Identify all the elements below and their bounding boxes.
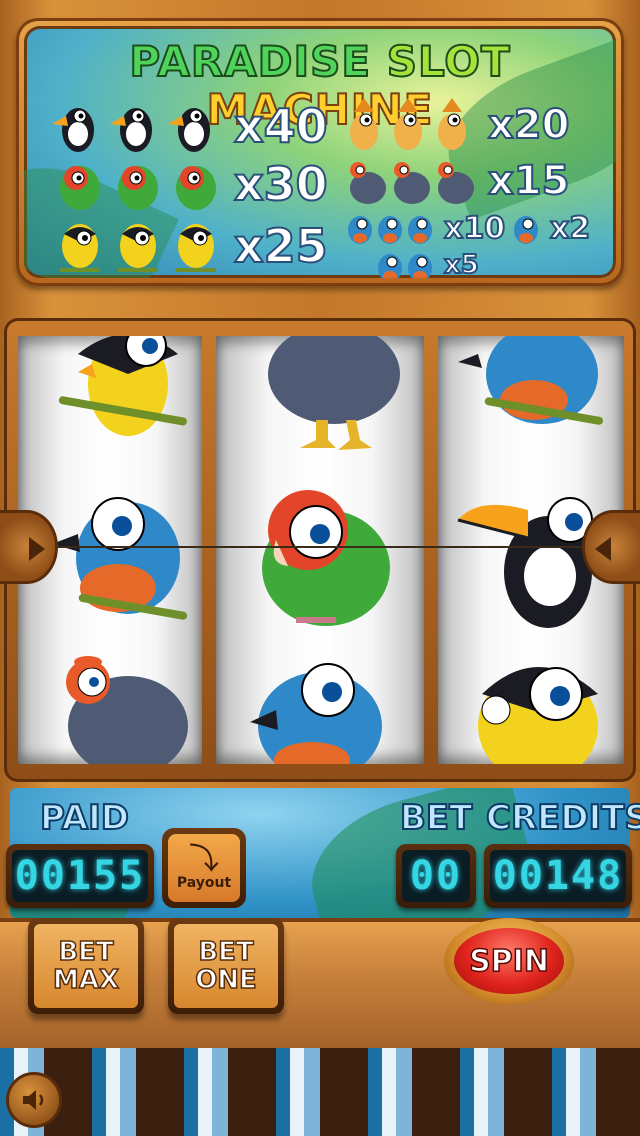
multiplier-x2: x2 [549,210,591,247]
paytable-row-blue-bird-single: x2 [512,208,591,248]
blue-bird-icon [348,216,432,244]
multiplier-x40: x40 [233,98,329,154]
bet-max-line2: MAX [52,965,120,995]
yellow-bird-icon [60,224,216,272]
paytable-row-lovebird: x30 [50,154,329,214]
multiplier-x30: x30 [233,156,329,212]
guinea-fowl-icon [350,162,474,204]
reel-symbol [18,636,202,764]
paytable-row-blue-bird: x10 [346,208,506,248]
payout-button-face[interactable]: ⤵ Payout [168,834,240,902]
lovebird-icon [262,490,390,626]
hoopoe-icon [350,98,466,150]
bet-max-button[interactable]: BET MAX [28,918,144,1014]
yellow-bird-icon [58,336,187,436]
paytable-row-yellow-bird: x25 [50,214,329,278]
payline-marker-right [582,510,640,584]
multiplier-x15: x15 [487,157,570,205]
title-word-slot: SLOT [386,37,511,87]
payout-label: Payout [176,875,232,891]
payline [20,546,620,548]
speaker-icon [23,1090,44,1110]
sound-button[interactable] [6,1072,62,1128]
blue-bird-icon [514,216,538,244]
reel-2 [216,336,424,764]
reel-symbol [438,636,624,764]
title-word-paradise: PARADISE [128,37,372,87]
reel-symbol [18,336,202,464]
toucan-icon [52,108,210,152]
paytable-row-blue-bird-double: x5 [376,246,480,278]
reel-symbol [216,636,424,764]
spin-button[interactable]: SPIN [444,918,574,1004]
guinea-fowl-icon [268,336,400,450]
awning-stripes [0,1048,640,1136]
multiplier-x5: x5 [443,249,480,278]
paid-counter: 00155 [6,844,154,908]
lovebird-icon [60,166,216,210]
reel-frame [4,318,636,782]
reel-symbol [216,480,424,626]
paytable-row-guinea-fowl: x15 [342,152,570,210]
paid-label: PAID [39,797,130,839]
blue-bird-icon [458,336,604,425]
yellow-bird-icon [478,667,598,764]
credits-counter: 00148 [484,844,632,908]
paytable-row-hoopoe: x20 [342,94,570,156]
guinea-fowl-icon [66,656,188,764]
reel-symbol [438,336,624,464]
paytable-row-toucan: x40 [50,94,329,158]
bet-label: BET [399,797,473,839]
bet-one-line2: ONE [194,965,257,995]
bet-one-button[interactable]: BET ONE [168,918,284,1014]
paytable-board: PARADISE SLOT MACHINE x40 x30 x25 x20 x1… [16,18,624,286]
blue-bird-icon [250,663,382,764]
reel-symbol [216,336,424,464]
bet-value: 00 [402,850,470,902]
spin-button-face[interactable]: SPIN [454,928,564,994]
bet-counter: 00 [396,844,476,908]
bet-max-button-face[interactable]: BET MAX [34,924,138,1008]
paytable-background: PARADISE SLOT MACHINE x40 x30 x25 x20 x1… [24,26,616,278]
multiplier-x10: x10 [443,210,506,247]
blue-bird-icon [378,254,432,278]
payout-button[interactable]: ⤵ Payout [162,828,246,908]
bet-one-line1: BET [198,937,255,967]
paid-value: 00155 [12,850,148,902]
credits-value: 00148 [490,850,626,902]
multiplier-x25: x25 [233,218,329,274]
arrow-down-icon: ⤵ [189,842,219,877]
bet-one-button-face[interactable]: BET ONE [174,924,278,1008]
bet-max-line1: BET [58,937,115,967]
multiplier-x20: x20 [487,101,570,149]
credits-label: CREDITS [485,797,640,839]
